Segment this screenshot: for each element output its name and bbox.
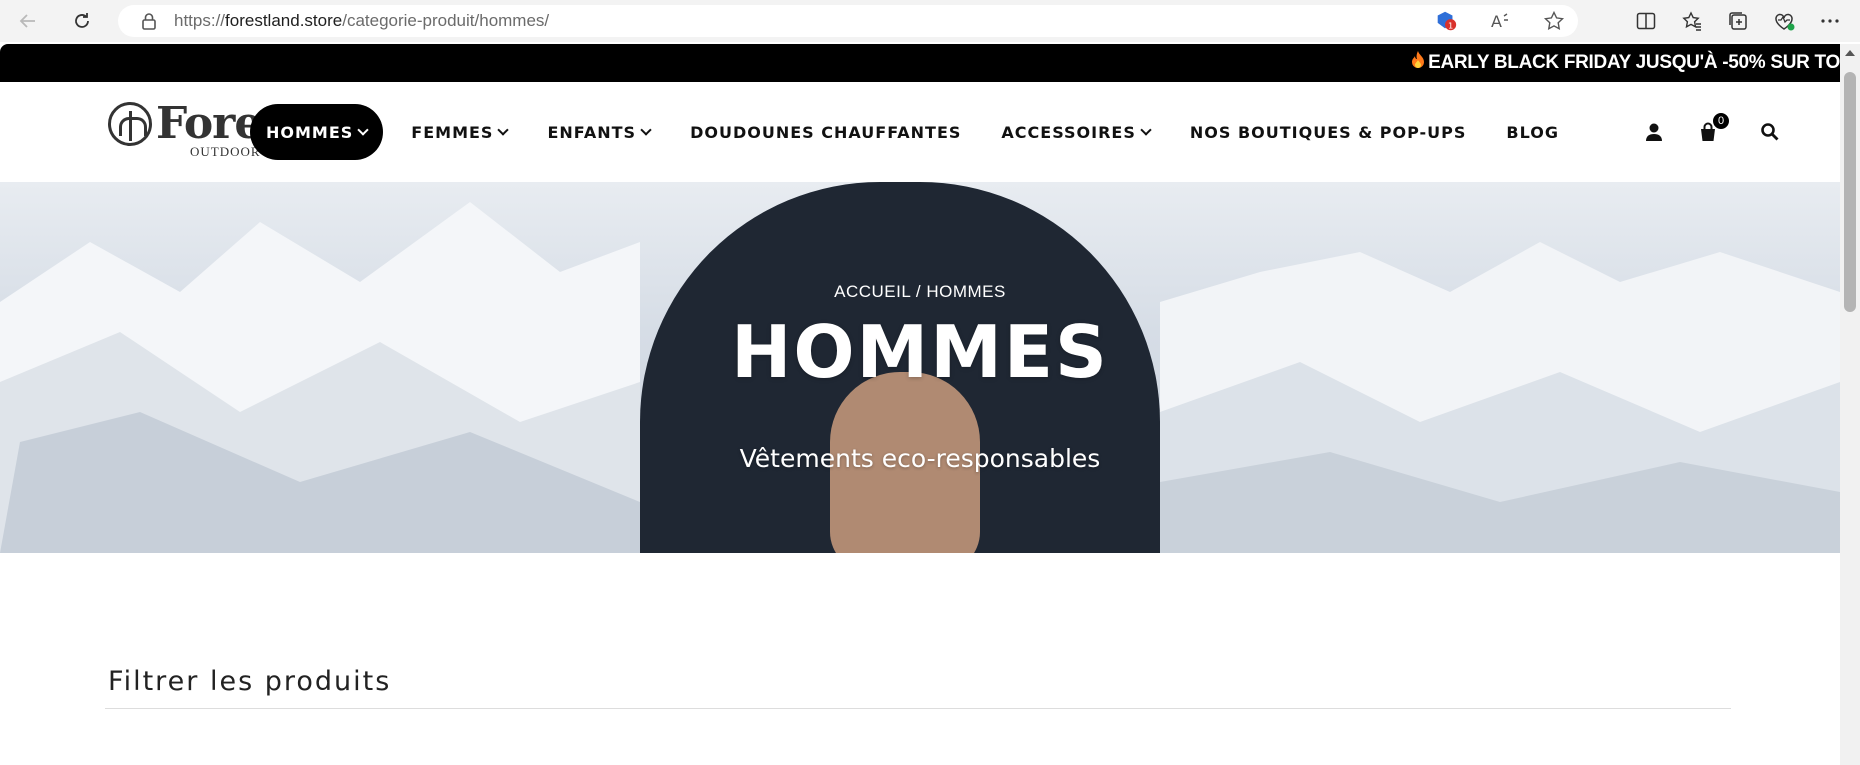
chevron-down-icon xyxy=(640,124,652,136)
nav-item-accessoires[interactable]: ACCESSOIRES xyxy=(981,104,1169,160)
nav-item-hommes[interactable]: HOMMES xyxy=(250,104,384,160)
split-screen-icon[interactable] xyxy=(1634,9,1658,33)
collections-icon[interactable] xyxy=(1726,9,1750,33)
promo-text: EARLY BLACK FRIDAY JUSQU'À -50% SUR TO xyxy=(1428,52,1840,73)
hero-banner: ACCUEIL / HOMMES HOMMES Vêtements eco-re… xyxy=(0,182,1840,553)
svg-text:1: 1 xyxy=(1448,20,1453,30)
web-page: EARLY BLACK FRIDAY JUSQU'À -50% SUR TO F… xyxy=(0,44,1840,765)
nav-label: BLOG xyxy=(1506,122,1559,142)
url-prefix: https:// xyxy=(174,11,226,30)
nav-label: HOMMES xyxy=(266,122,354,142)
nav-label: DOUDOUNES CHAUFFANTES xyxy=(690,122,962,142)
nav-label: FEMMES xyxy=(411,122,494,142)
browser-toolbar: https://forestland.store/categorie-produ… xyxy=(0,0,1860,42)
account-icon[interactable] xyxy=(1642,120,1666,144)
scrollbar-thumb[interactable] xyxy=(1844,72,1856,312)
page-subtitle: Vêtements eco-responsables xyxy=(739,444,1101,473)
page-scrollbar[interactable] xyxy=(1840,44,1860,765)
favorites-icon[interactable] xyxy=(1680,9,1704,33)
address-bar[interactable]: https://forestland.store/categorie-produ… xyxy=(118,5,1578,37)
favorite-star-icon[interactable] xyxy=(1542,9,1566,33)
cart-icon[interactable]: 0 xyxy=(1696,112,1730,144)
tree-logo-icon xyxy=(108,102,152,146)
nav-item-blog[interactable]: BLOG xyxy=(1486,104,1579,160)
hero-text: ACCUEIL / HOMMES HOMMES Vêtements eco-re… xyxy=(0,182,1840,553)
main-nav: HOMMES FEMMES ENFANTS DOUDOUNES CHAUFFAN… xyxy=(250,104,1579,160)
breadcrumb[interactable]: ACCUEIL / HOMMES xyxy=(0,282,1840,302)
refresh-icon[interactable] xyxy=(62,1,102,41)
url-host: forestland.store xyxy=(225,11,343,30)
nav-item-femmes[interactable]: FEMMES xyxy=(391,104,527,160)
nav-label: ENFANTS xyxy=(547,122,637,142)
lock-icon xyxy=(140,12,158,30)
site-logo[interactable]: Fores OUTDOOR xyxy=(108,102,268,162)
header-icons: 0 xyxy=(1642,112,1782,144)
nav-item-boutiques[interactable]: NOS BOUTIQUES & POP-UPS xyxy=(1170,104,1487,160)
more-menu-icon[interactable] xyxy=(1818,9,1842,33)
nav-label: ACCESSOIRES xyxy=(1001,122,1136,142)
extension-badge-icon[interactable]: 1 xyxy=(1434,9,1458,33)
browser-essentials-icon[interactable] xyxy=(1772,9,1796,33)
cart-count-badge: 0 xyxy=(1712,112,1730,130)
nav-label: NOS BOUTIQUES & POP-UPS xyxy=(1189,122,1467,142)
read-aloud-icon[interactable]: A xyxy=(1488,9,1512,33)
chevron-down-icon xyxy=(1140,124,1152,136)
url-path: /categorie-produit/hommes/ xyxy=(342,11,550,30)
svg-text:A: A xyxy=(1491,12,1502,31)
fire-icon xyxy=(1410,50,1426,76)
back-icon[interactable] xyxy=(8,1,48,41)
nav-item-enfants[interactable]: ENFANTS xyxy=(527,104,670,160)
scroll-up-icon[interactable] xyxy=(1845,50,1855,56)
divider xyxy=(105,708,1731,709)
page-title: HOMMES xyxy=(731,310,1109,394)
filter-heading[interactable]: Filtrer les produits xyxy=(108,666,391,697)
nav-item-doudounes-chauffantes[interactable]: DOUDOUNES CHAUFFANTES xyxy=(670,104,981,160)
chevron-down-icon xyxy=(497,124,510,136)
site-header: Fores OUTDOOR HOMMES FEMMES ENFANTS DOUD… xyxy=(0,82,1840,182)
chevron-down-icon xyxy=(357,124,369,136)
promo-banner[interactable]: EARLY BLACK FRIDAY JUSQU'À -50% SUR TO xyxy=(0,44,1840,82)
search-icon[interactable] xyxy=(1758,120,1782,144)
